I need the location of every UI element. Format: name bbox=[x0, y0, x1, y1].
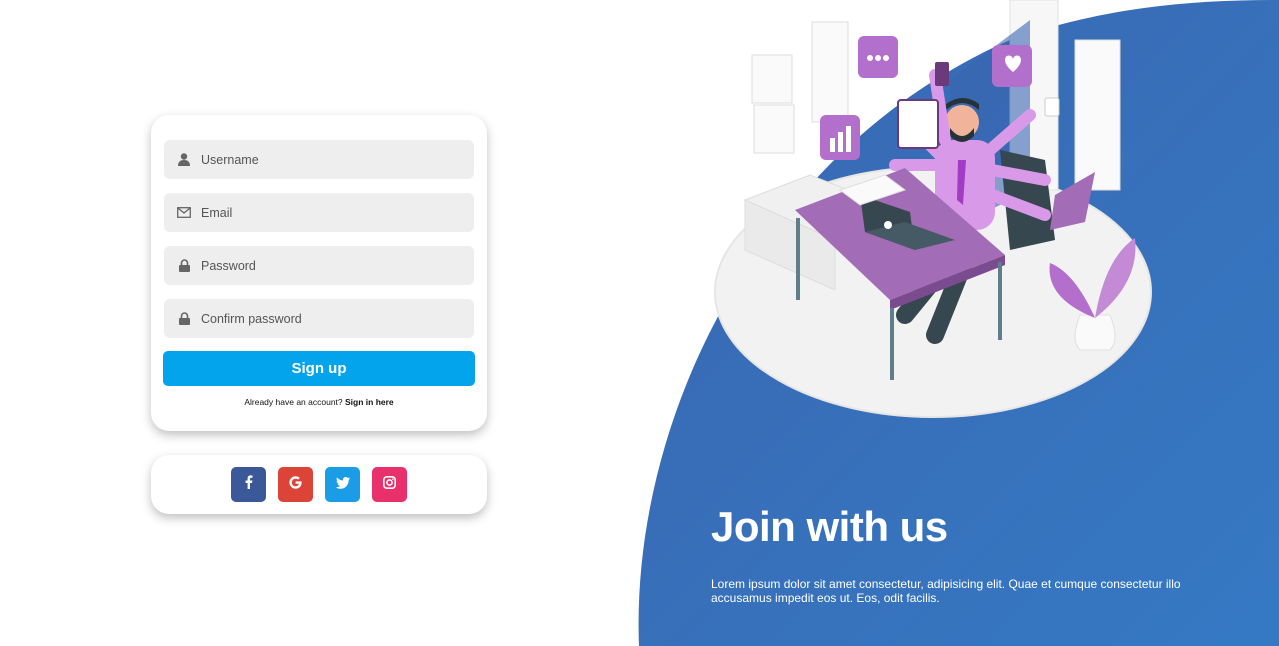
social-login-card bbox=[151, 455, 487, 514]
password-field[interactable] bbox=[164, 246, 474, 285]
hero-description: Lorem ipsum dolor sit amet consectetur, … bbox=[711, 577, 1181, 605]
signin-prompt: Already have an account? Sign in here bbox=[151, 397, 487, 407]
password-input[interactable] bbox=[201, 258, 461, 273]
google-button[interactable] bbox=[278, 467, 313, 502]
lock-icon bbox=[177, 312, 191, 326]
hero-title: Join with us bbox=[711, 503, 948, 550]
twitter-icon bbox=[335, 476, 350, 494]
facebook-icon bbox=[245, 475, 253, 494]
sign-up-button[interactable]: Sign up bbox=[163, 351, 475, 386]
sign-in-link[interactable]: Sign in here bbox=[345, 397, 394, 407]
facebook-button[interactable] bbox=[231, 467, 266, 502]
confirm-password-input[interactable] bbox=[201, 311, 461, 326]
username-field[interactable] bbox=[164, 140, 474, 179]
google-icon bbox=[289, 475, 302, 494]
email-input[interactable] bbox=[201, 205, 461, 220]
already-text: Already have an account? bbox=[244, 397, 345, 407]
instagram-icon bbox=[383, 475, 396, 494]
signup-card: Sign up Already have an account? Sign in… bbox=[151, 115, 487, 431]
email-field[interactable] bbox=[164, 193, 474, 232]
confirm-password-field[interactable] bbox=[164, 299, 474, 338]
username-input[interactable] bbox=[201, 152, 461, 167]
lock-icon bbox=[177, 259, 191, 273]
twitter-button[interactable] bbox=[325, 467, 360, 502]
instagram-button[interactable] bbox=[372, 467, 407, 502]
envelope-icon bbox=[177, 206, 191, 220]
user-icon bbox=[177, 153, 191, 167]
office-illustration bbox=[714, 0, 1152, 418]
